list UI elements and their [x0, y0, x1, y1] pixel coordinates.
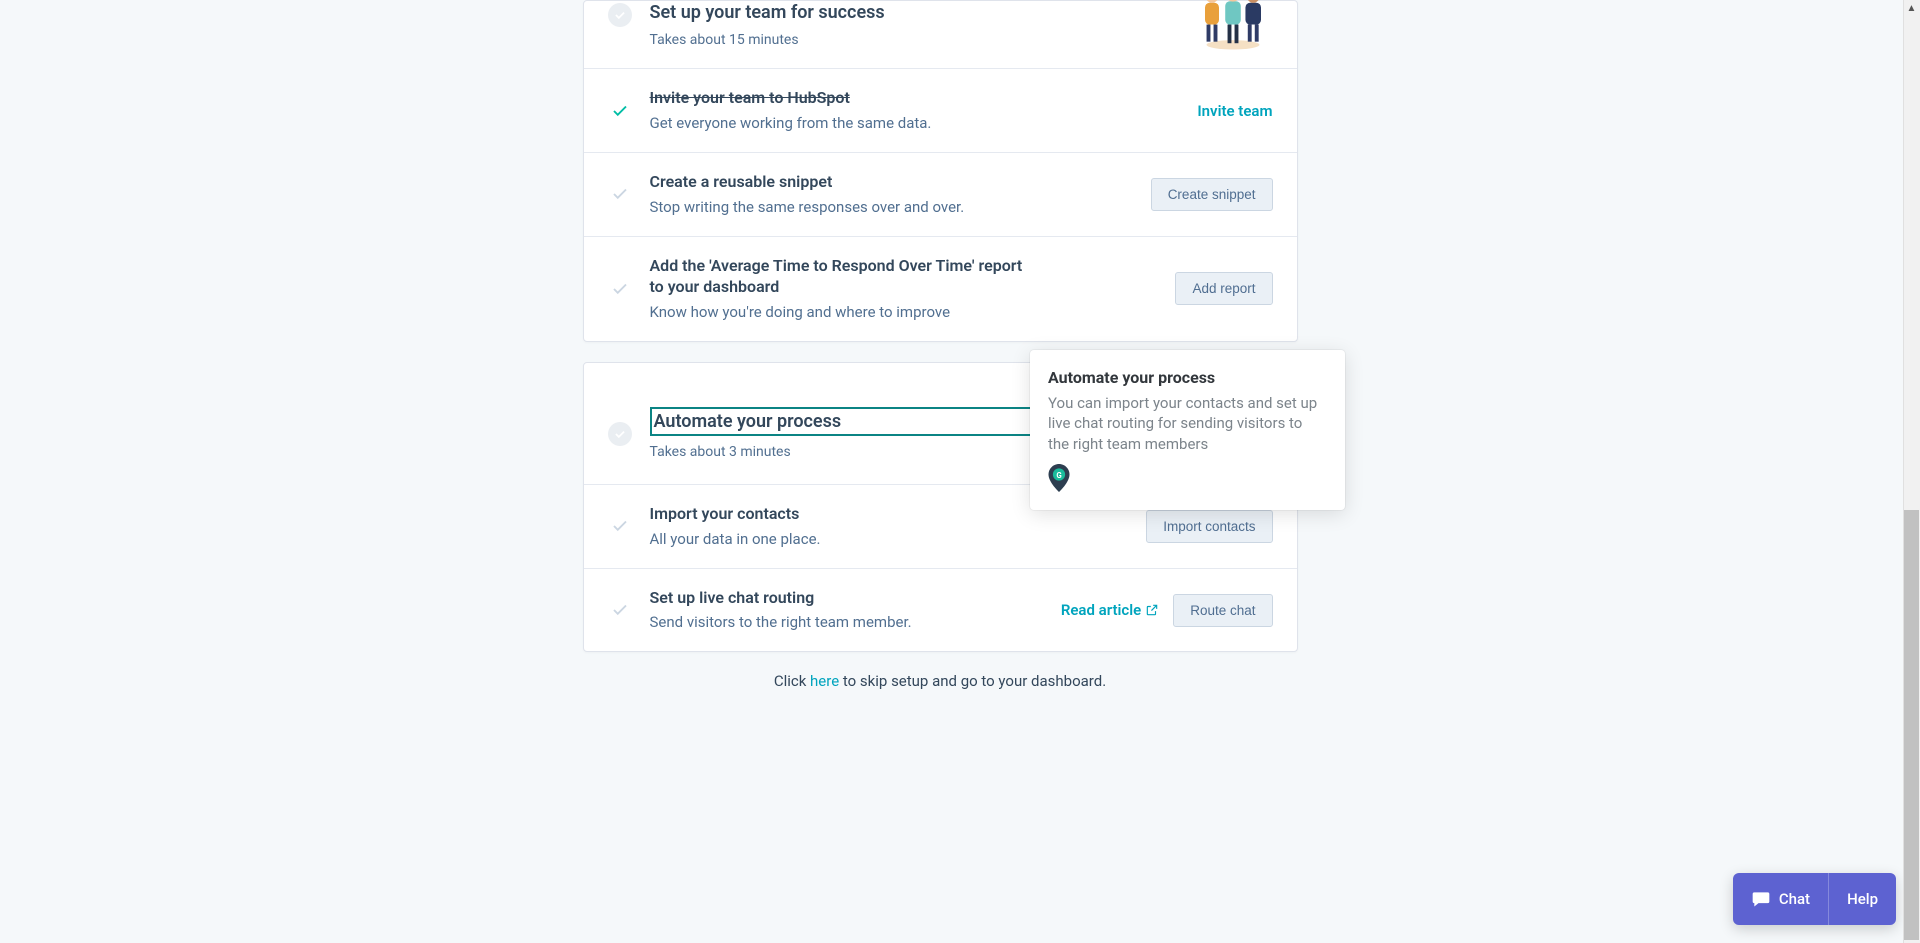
svg-text:G: G	[1056, 471, 1061, 480]
check-icon	[608, 601, 632, 619]
task-desc: Send visitors to the right team member.	[650, 612, 1049, 633]
scroll-up-arrow[interactable]: ▲	[1903, 0, 1920, 17]
team-illustration	[1193, 0, 1273, 51]
help-label: Help	[1847, 890, 1878, 908]
tooltip-body: You can import your contacts and set up …	[1048, 393, 1327, 454]
check-icon	[608, 102, 632, 120]
import-contacts-button[interactable]: Import contacts	[1146, 510, 1272, 543]
team-setup-title: Set up your team for success	[650, 1, 885, 24]
help-button[interactable]: Help	[1829, 873, 1896, 925]
task-title: Create a reusable snippet	[650, 171, 1139, 193]
tooltip-title: Automate your process	[1048, 368, 1327, 387]
automate-title: Automate your process	[654, 411, 842, 432]
external-link-icon	[1145, 603, 1159, 617]
check-icon	[608, 517, 632, 535]
task-desc: Know how you're doing and where to impro…	[650, 302, 1164, 323]
task-row-routing: Set up live chat routing Send visitors t…	[584, 568, 1297, 652]
task-row-invite: Invite your team to HubSpot Get everyone…	[584, 68, 1297, 152]
read-article-link[interactable]: Read article	[1061, 601, 1159, 619]
task-desc: Stop writing the same responses over and…	[650, 197, 1139, 218]
task-row-snippet: Create a reusable snippet Stop writing t…	[584, 152, 1297, 236]
task-row-report: Add the 'Average Time to Respond Over Ti…	[584, 236, 1297, 341]
task-desc: All your data in one place.	[650, 529, 1135, 550]
task-title: Add the 'Average Time to Respond Over Ti…	[650, 255, 1030, 298]
chat-help-widget: Chat Help	[1733, 873, 1896, 925]
skip-setup-text: Click here to skip setup and go to your …	[583, 672, 1298, 690]
skip-here-link[interactable]: here	[810, 672, 839, 690]
scrollbar[interactable]: ▲	[1903, 0, 1920, 943]
team-setup-duration: Takes about 15 minutes	[650, 32, 885, 48]
check-icon	[608, 185, 632, 203]
create-snippet-button[interactable]: Create snippet	[1151, 178, 1273, 211]
read-article-label: Read article	[1061, 601, 1141, 619]
chat-button[interactable]: Chat	[1733, 873, 1829, 925]
route-chat-button[interactable]: Route chat	[1173, 594, 1272, 627]
task-desc: Get everyone working from the same data.	[650, 113, 1186, 134]
automate-tooltip: Automate your process You can import you…	[1030, 350, 1345, 510]
scrollbar-thumb[interactable]	[1904, 510, 1919, 940]
add-report-button[interactable]: Add report	[1175, 272, 1272, 305]
team-setup-header: Set up your team for success Takes about…	[584, 1, 1297, 68]
section-status-icon	[608, 3, 632, 27]
task-title: Set up live chat routing	[650, 587, 1049, 609]
chat-label: Chat	[1779, 890, 1810, 908]
task-title: Invite your team to HubSpot	[650, 87, 1186, 109]
team-setup-card: Set up your team for success Takes about…	[583, 0, 1298, 342]
check-icon	[608, 280, 632, 298]
section-status-icon	[608, 422, 632, 446]
chat-icon	[1751, 889, 1771, 909]
invite-team-link[interactable]: Invite team	[1197, 102, 1272, 120]
tooltip-pin-icon: G	[1048, 464, 1070, 492]
